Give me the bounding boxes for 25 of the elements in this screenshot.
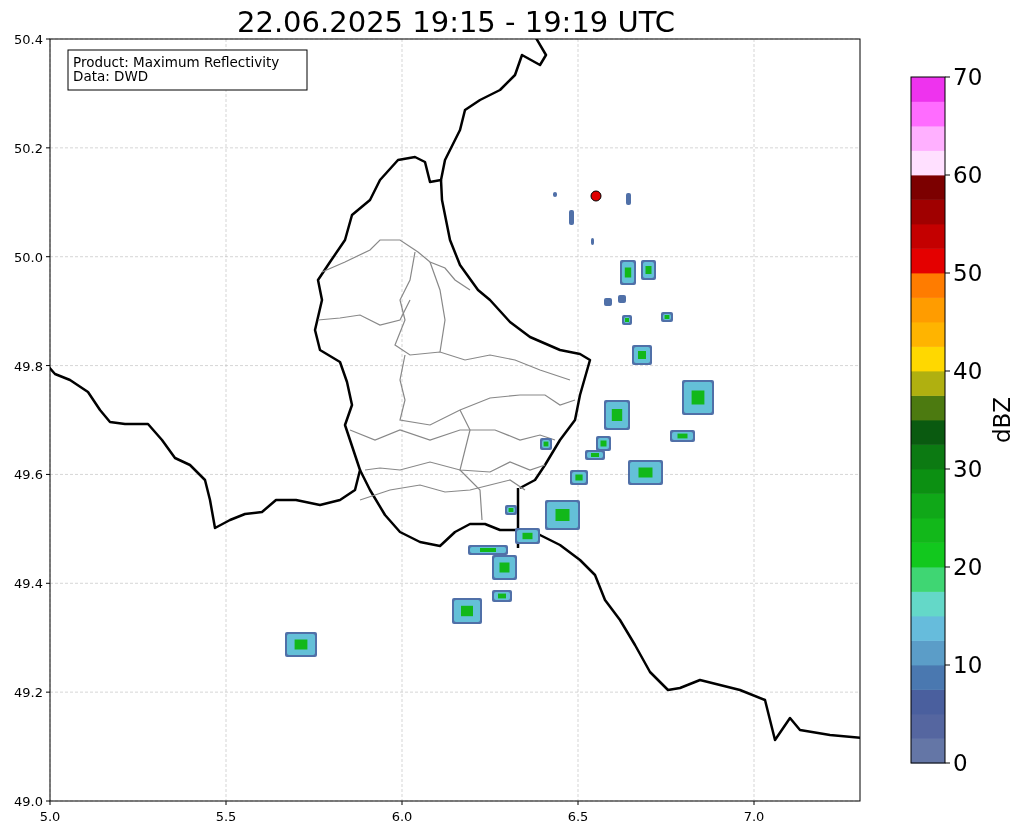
x-tick-label: 5.0 bbox=[39, 809, 61, 824]
colorbar-tick-label: 10 bbox=[953, 652, 983, 678]
chart-title: 22.06.2025 19:15 - 19:19 UTC bbox=[237, 5, 675, 39]
x-tick-label: 7.0 bbox=[743, 809, 765, 824]
x-tick-label: 6.5 bbox=[567, 809, 589, 824]
colorbar-tick-label: 40 bbox=[953, 358, 983, 384]
y-tick-label: 49.4 bbox=[14, 576, 43, 592]
legend-text: Data: DWD bbox=[73, 68, 149, 84]
colorbar-tick-label: 20 bbox=[953, 554, 983, 580]
x-tick-label: 6.0 bbox=[391, 809, 413, 824]
colorbar-tick-label: 0 bbox=[953, 750, 968, 776]
y-tick-label: 50.0 bbox=[14, 249, 43, 265]
y-tick-label: 49.6 bbox=[14, 467, 43, 483]
colorbar-label: dBZ bbox=[989, 396, 1015, 444]
y-tick-label: 50.2 bbox=[14, 140, 43, 156]
y-tick-label: 49.2 bbox=[14, 685, 43, 701]
colorbar-tick-label: 60 bbox=[953, 162, 983, 188]
y-tick-label: 50.4 bbox=[14, 32, 43, 47]
y-tick-label: 49.0 bbox=[14, 794, 43, 809]
legend-text: Product: Maximum Reflectivity bbox=[73, 54, 280, 70]
x-tick-label: 5.5 bbox=[215, 809, 237, 824]
colorbar-tick-label: 30 bbox=[953, 456, 983, 482]
colorbar-tick-label: 50 bbox=[953, 260, 983, 286]
colorbar-tick-label: 70 bbox=[953, 64, 983, 90]
y-tick-label: 49.8 bbox=[14, 358, 43, 374]
